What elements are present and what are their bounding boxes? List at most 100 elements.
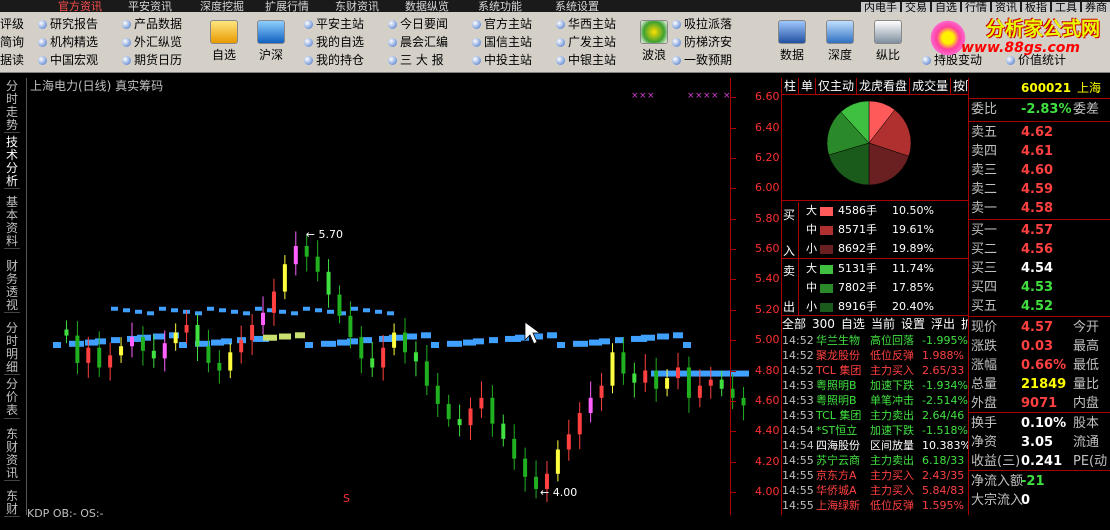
data-button[interactable]: 数据 [772,20,812,63]
chip-segment [303,306,310,311]
toolbar-link[interactable]: 中投主站 [472,53,532,68]
menu-item[interactable]: 系统功能 [478,0,522,12]
menu-item[interactable]: 系统设置 [555,0,599,12]
alert-row[interactable]: 14:55 苏宁云商 主力卖出 6.18/33 [782,454,969,468]
alert-row[interactable]: 14:55 京东方A 主力买入 2.43/35 [782,469,969,483]
alert-row[interactable]: 14:53 粤照明B 加速下跌 -1.934% [782,379,969,393]
tab-technical[interactable]: 技术分析 [4,136,20,189]
menu-item[interactable]: 官方资讯 [58,0,102,12]
alert-row[interactable]: 14:53 TCL 集团 主力卖出 2.64/46 [782,409,969,423]
quote-label: 外盘 [971,396,998,411]
tab-details[interactable]: 分时明细 [4,322,20,375]
toolbar-link[interactable]: 华西主站 [556,17,616,32]
tab-more[interactable]: 东财 [4,490,20,517]
alert-change: 2.65/33 [922,364,965,377]
toolbar-link[interactable]: 国信主站 [472,35,532,50]
tab-by-neg[interactable]: 按阴 [951,78,969,94]
toolbar-link[interactable]: 据读 [0,53,24,68]
high-price-label: ← 5.70 [306,228,343,241]
quote-label: 卖五 [971,125,998,140]
globe-icon [388,38,397,47]
quick-menu-item[interactable]: 自选 [932,2,960,12]
tab-single[interactable]: 单 [799,78,817,94]
flow-row: 中 8571手 19.61% [782,221,969,239]
candle [566,419,571,461]
tab-price-table[interactable]: 分价表 [4,378,20,419]
toolbar-link[interactable]: 机构精选 [38,35,98,50]
tab-news[interactable]: 东财资讯 [4,428,20,481]
kline-chart[interactable]: ← 5.70← 4.00S× × × × × × × × [26,78,780,515]
low-price-label: ← 4.00 [540,486,577,499]
toolbar-link[interactable]: 广发主站 [556,35,616,50]
price-tick-label: 4.00 [755,485,780,498]
toolbar-link[interactable]: 我的持仓 [304,53,364,68]
toolbar-link[interactable]: 简询 [0,35,24,50]
toolbar-link[interactable]: 晨会汇编 [388,35,448,50]
alert-signal: 加速下跌 [870,424,914,437]
alert-row[interactable]: 14:52 聚龙股份 低位反弹 1.988% [782,349,969,363]
toolbar-link[interactable]: 期货日历 [122,53,182,68]
filter-settings[interactable]: 设置 [901,317,925,331]
tab-dragon-tiger[interactable]: 龙虎看盘 [857,78,911,94]
tab-profile[interactable]: 基本资料 [4,196,20,249]
quick-menu-item[interactable]: 交易 [902,2,930,12]
globe-icon [672,20,681,29]
alert-row[interactable]: 14:55 华侨城A 主力买入 5.84/83 [782,484,969,498]
toolbar-link[interactable]: 吸拉派落 [672,17,732,32]
alert-row[interactable]: 14:54 四海股份 区间放量 10.383% [782,439,969,453]
toolbar-link[interactable]: 中国宏观 [38,53,98,68]
compare-button[interactable]: 纵比 [868,20,908,63]
filter-300[interactable]: 300 [812,317,835,331]
toolbar-link[interactable]: 产品数据 [122,17,182,32]
tab-volume[interactable]: 成交量 [910,78,952,94]
quick-menu-item[interactable]: 资讯 [992,2,1020,12]
price-tick-label: 6.00 [755,181,780,195]
quick-menu-item[interactable]: 板指 [1022,2,1050,12]
quick-menu-item[interactable]: 工具 [1052,2,1080,12]
alert-signal: 区间放量 [870,439,914,452]
alert-row[interactable]: 14:53 粤照明B 单笔冲击 -2.514% [782,394,969,408]
color-swatch [820,245,833,254]
tab-timeshare[interactable]: 分时走势 [4,80,20,133]
candle [315,240,320,282]
toolbar-link[interactable]: 研究报告 [38,17,98,32]
filter-all[interactable]: 全部 [782,317,806,331]
alert-row[interactable]: 14:55 上海绿新 低位反弹 1.595% [782,499,969,513]
toolbar-link[interactable]: 防梯济安 [672,35,732,50]
filter-float[interactable]: 浮出 [931,317,955,331]
quick-menu-item[interactable]: 内电手 [861,2,900,12]
wave-button[interactable]: 波浪 [634,20,674,63]
toolbar-link[interactable]: 中银主站 [556,53,616,68]
quick-menu-item[interactable]: 行情 [962,2,990,12]
menu-item[interactable]: 平安资讯 [128,0,172,12]
quick-menu-item[interactable]: 券商 [1082,2,1110,12]
watchlist-button[interactable]: 自选 [204,20,244,63]
menu-item[interactable]: 深度挖掘 [200,0,244,12]
tab-bar[interactable]: 柱 [782,78,800,94]
toolbar-link[interactable]: 平安主站 [304,17,364,32]
candle [435,372,440,417]
filter-current[interactable]: 当前 [871,317,895,331]
toolbar-link[interactable]: 外汇纵览 [122,35,182,50]
flow-pie-chart [826,100,912,186]
depth-button[interactable]: 深度 [820,20,860,63]
menu-item[interactable]: 东财资讯 [335,0,379,12]
market-button[interactable]: 沪深 [251,20,291,63]
toolbar-link[interactable]: 我的自选 [304,35,364,50]
section-divider [969,316,1110,317]
tab-active-only[interactable]: 仅主动 [816,78,858,94]
menu-item[interactable]: 扩展行情 [265,0,309,12]
toolbar-link[interactable]: 评级 [0,17,24,32]
alert-row[interactable]: 14:54 *ST恒立 加速下跌 -1.518% [782,424,969,438]
toolbar-link[interactable]: 三 大 报 [388,53,444,68]
tab-finance[interactable]: 财务透视 [4,260,20,313]
toolbar-link[interactable]: 今日要闻 [388,17,448,32]
alert-row[interactable]: 14:52 华兰生物 高位回落 -1.995% [782,334,969,348]
quote-value: 3.05 [1021,435,1054,450]
filter-watchlist[interactable]: 自选 [841,317,865,331]
toolbar-link[interactable]: 一致预期 [672,53,732,68]
alert-row[interactable]: 14:52 TCL 集团 主力买入 2.65/33 [782,364,969,378]
menu-item[interactable]: 数据纵览 [405,0,449,12]
toolbar-link[interactable]: 官方主站 [472,17,532,32]
alert-signal: 主力卖出 [870,409,914,422]
